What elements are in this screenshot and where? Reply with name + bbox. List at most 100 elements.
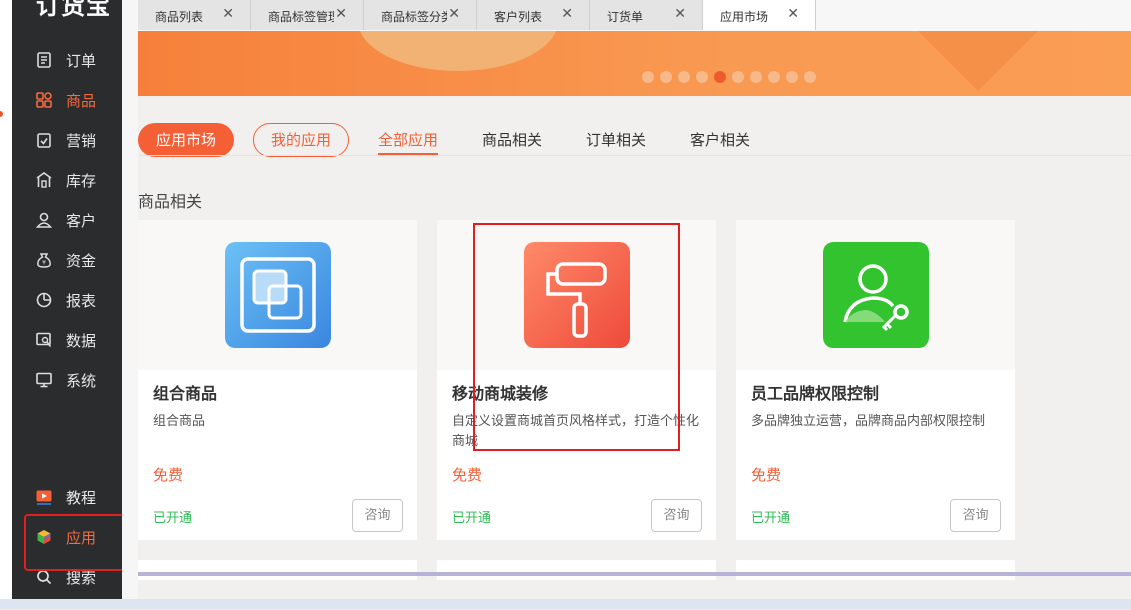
carousel-dots [642, 71, 816, 83]
carousel-dot-active[interactable] [714, 71, 726, 83]
app-description: 组合商品 [153, 414, 206, 429]
pie-chart-icon [36, 292, 52, 308]
tab-label: 订货单 [607, 10, 644, 24]
carousel-dot[interactable] [804, 71, 816, 83]
consult-button[interactable]: 咨询 [352, 499, 403, 532]
tab-app-market[interactable]: 应用市场 ✕ [703, 0, 816, 30]
sidebar-item-label: 订单 [66, 52, 97, 70]
os-taskbar [0, 599, 1131, 609]
content-gutter [122, 0, 138, 609]
category-orders[interactable]: 订单相关 [586, 129, 646, 150]
close-icon[interactable]: ✕ [787, 6, 799, 22]
app-card-partial[interactable] [437, 560, 716, 580]
tab-label: 商品标签分类 [381, 10, 447, 24]
annotation-highlight-box [24, 514, 125, 571]
close-icon[interactable]: ✕ [448, 6, 460, 22]
carousel-dot[interactable] [696, 71, 708, 83]
app-price: 免费 [153, 466, 184, 484]
sidebar-item-label: 商品 [66, 92, 97, 110]
category-goods[interactable]: 商品相关 [482, 129, 542, 150]
video-icon [36, 490, 52, 505]
divider [138, 155, 1131, 156]
app-status: 已开通 [153, 511, 193, 526]
monitor-icon [36, 372, 52, 388]
app-price: 免费 [751, 466, 782, 484]
sidebar-item-report[interactable]: 报表 [12, 280, 122, 320]
carousel-dot[interactable] [750, 71, 762, 83]
app-description: 多品牌独立运营，品牌商品内部权限控制 [751, 414, 986, 429]
sidebar-item-label: 资金 [66, 252, 97, 270]
app-status: 已开通 [452, 511, 492, 526]
tab-goods-tag-category[interactable]: 商品标签分类 ✕ [364, 0, 477, 30]
app-status: 已开通 [751, 511, 791, 526]
carousel-dot[interactable] [786, 71, 798, 83]
sidebar-item-label: 库存 [66, 172, 97, 190]
sidebar-item-warehouse[interactable]: 库存 [12, 160, 122, 200]
my-apps-button[interactable]: 我的应用 [253, 123, 349, 157]
app-card-partial[interactable] [138, 560, 417, 580]
scroll-divider [138, 572, 1131, 576]
sidebar-item-order[interactable]: 订单 [12, 40, 122, 80]
tab-label: 商品标签管理 [268, 10, 334, 24]
tab-label: 商品列表 [155, 10, 204, 24]
close-icon[interactable]: ✕ [674, 6, 686, 22]
combine-goods-icon [225, 242, 331, 348]
tab-label: 客户列表 [494, 10, 543, 24]
category-customers[interactable]: 客户相关 [690, 129, 750, 150]
banner-illustration [358, 31, 558, 71]
app-name: 组合商品 [153, 384, 218, 403]
marketing-icon [37, 133, 51, 148]
sidebar-item-label: 数据 [66, 332, 97, 350]
consult-button[interactable]: 咨询 [651, 499, 702, 532]
order-icon [37, 52, 51, 68]
sidebar-item-label: 报表 [66, 292, 97, 310]
svg-text:¥: ¥ [42, 260, 46, 267]
goods-icon [36, 92, 52, 108]
money-bag-icon: ¥ [37, 253, 51, 268]
red-dot [0, 111, 3, 117]
app-card-staff-brand-permission[interactable]: 员工品牌权限控制 多品牌独立运营，品牌商品内部权限控制 免费 已开通 咨询 [736, 220, 1015, 540]
sidebar-item-data[interactable]: 数据 [12, 320, 122, 360]
promo-banner[interactable] [138, 31, 1131, 96]
app-card-partial[interactable] [736, 560, 1015, 580]
user-key-icon [823, 242, 929, 348]
sidebar-item-label: 教程 [66, 489, 97, 507]
sidebar-item-tutorial[interactable]: 教程 [12, 477, 122, 517]
tab-bar: 商品列表 ✕ 商品标签管理 ✕ 商品标签分类 ✕ 客户列表 ✕ 订货单 ✕ 应用市场 ✕ [138, 0, 1131, 32]
sidebar-item-goods[interactable]: 商品 [12, 80, 122, 120]
carousel-dot[interactable] [660, 71, 672, 83]
consult-button[interactable]: 咨询 [950, 499, 1001, 532]
sidebar-item-label: 客户 [66, 212, 97, 230]
tab-goods-list[interactable]: 商品列表 ✕ [138, 0, 251, 30]
data-icon [36, 332, 52, 347]
app-name: 员工品牌权限控制 [751, 384, 880, 403]
section-title: 商品相关 [138, 192, 203, 211]
tab-goods-tag-manage[interactable]: 商品标签管理 ✕ [251, 0, 364, 30]
app-price: 免费 [452, 466, 483, 484]
tab-label: 应用市场 [720, 10, 769, 24]
close-icon[interactable]: ✕ [561, 6, 573, 22]
carousel-dot[interactable] [732, 71, 744, 83]
app-card-combine-goods[interactable]: 组合商品 组合商品 免费 已开通 咨询 [138, 220, 417, 540]
left-edge-strip [0, 0, 12, 609]
sidebar-item-marketing[interactable]: 营销 [12, 120, 122, 160]
tab-customer-list[interactable]: 客户列表 ✕ [477, 0, 590, 30]
app-market-button[interactable]: 应用市场 [138, 123, 234, 157]
category-all[interactable]: 全部应用 [378, 129, 438, 150]
warehouse-icon [36, 172, 52, 188]
carousel-dot[interactable] [768, 71, 780, 83]
sidebar-item-system[interactable]: 系统 [12, 360, 122, 400]
banner-decoration [898, 31, 1058, 91]
carousel-dot[interactable] [678, 71, 690, 83]
user-icon [36, 212, 52, 228]
close-icon[interactable]: ✕ [222, 6, 234, 22]
sidebar-item-label: 营销 [66, 132, 97, 150]
carousel-dot[interactable] [642, 71, 654, 83]
tab-purchase-order[interactable]: 订货单 ✕ [590, 0, 703, 30]
search-icon [37, 570, 52, 585]
annotation-highlight-box [473, 223, 680, 451]
sidebar-item-funds[interactable]: ¥ 资金 [12, 240, 122, 280]
close-icon[interactable]: ✕ [335, 6, 347, 22]
sidebar-item-customer[interactable]: 客户 [12, 200, 122, 240]
app-logo: 订货宝 [36, 0, 111, 20]
